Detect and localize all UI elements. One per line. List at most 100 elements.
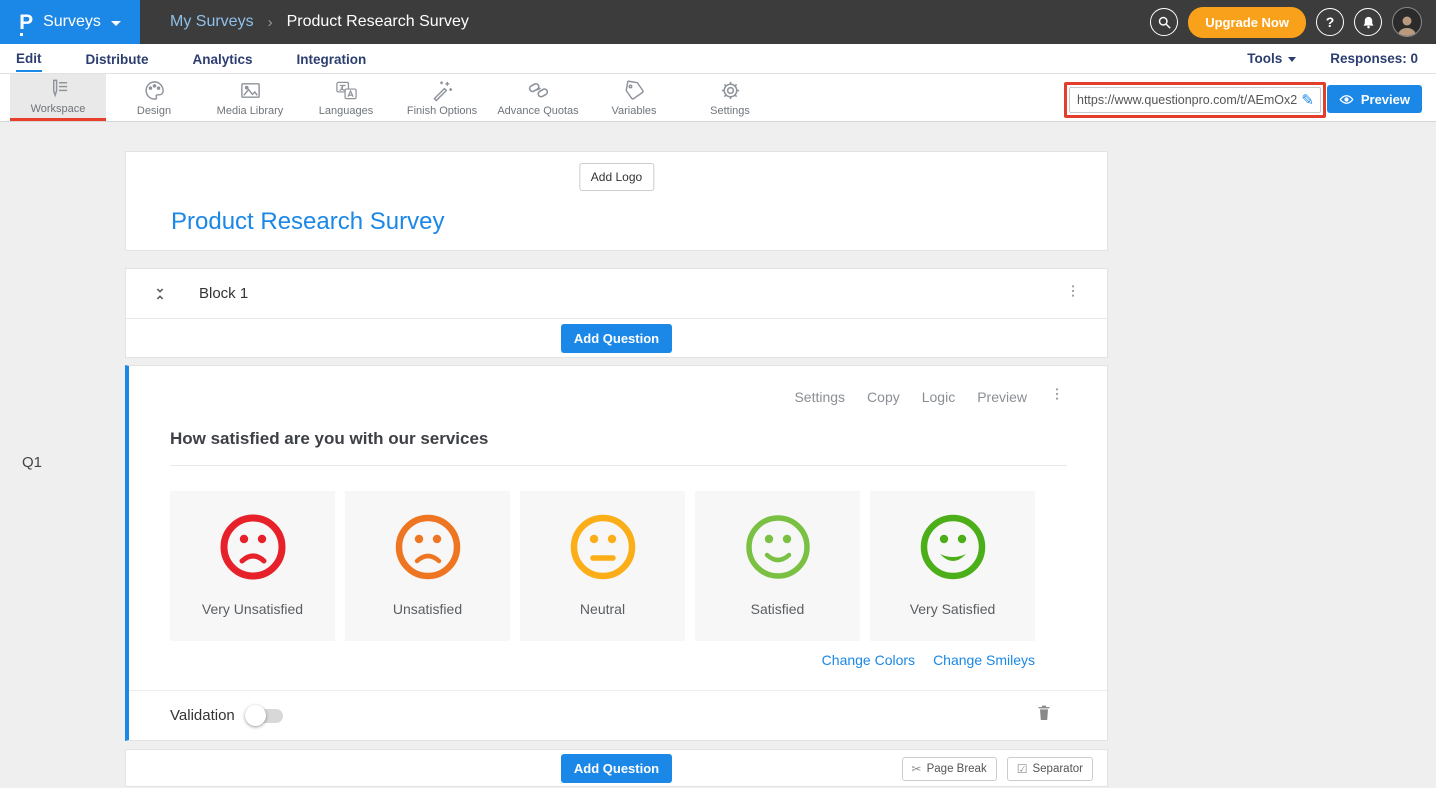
toolbar-item-label: Workspace <box>31 103 86 115</box>
search-button[interactable] <box>1150 8 1178 36</box>
question-mark-icon: ? <box>1326 14 1335 30</box>
user-avatar[interactable] <box>1392 7 1422 37</box>
questionpro-logo-icon: P <box>19 12 33 33</box>
tools-menu[interactable]: Tools <box>1247 51 1296 66</box>
caret-down-icon <box>1288 57 1296 62</box>
separator-button[interactable]: ☑ Separator <box>1007 757 1093 781</box>
question-logic-link[interactable]: Logic <box>922 389 955 405</box>
add-logo-button[interactable]: Add Logo <box>579 163 654 191</box>
toolbar-item-label: Settings <box>710 105 750 117</box>
option-unsatisfied[interactable]: Unsatisfied <box>345 491 510 641</box>
toolbar-item-advance-quotas[interactable]: Advance Quotas <box>490 74 586 121</box>
option-label: Very Unsatisfied <box>202 601 303 617</box>
delete-question-icon[interactable] <box>1036 704 1052 727</box>
tools-label: Tools <box>1247 51 1282 66</box>
footer-right-buttons: ✂ Page Break ☑ Separator <box>902 757 1093 781</box>
survey-url-field[interactable]: https://www.questionpro.com/t/AEmOx2 ✎ <box>1069 87 1321 113</box>
tab-integration[interactable]: Integration <box>297 47 367 71</box>
caret-down-icon <box>111 21 121 26</box>
magic-wand-icon <box>431 79 454 102</box>
checkbox-checked-icon: ☑ <box>1017 762 1028 776</box>
notifications-button[interactable] <box>1354 8 1382 36</box>
breadcrumb: My Surveys › Product Research Survey <box>170 13 469 31</box>
tab-analytics[interactable]: Analytics <box>193 47 253 71</box>
chain-link-icon <box>527 79 550 102</box>
toolbar-item-label: Languages <box>319 105 373 117</box>
validation-label: Validation <box>170 707 235 724</box>
survey-title[interactable]: Product Research Survey <box>171 208 444 236</box>
search-icon <box>1157 15 1172 30</box>
option-label: Neutral <box>580 601 625 617</box>
very-satisfied-smiley-icon <box>917 511 989 583</box>
toolbar-item-variables[interactable]: Variables <box>586 74 682 121</box>
add-question-button-top[interactable]: Add Question <box>561 324 672 353</box>
question-card: Settings Copy Logic Preview How satisfie… <box>125 365 1108 741</box>
toolbar-item-workspace[interactable]: Workspace <box>10 74 106 121</box>
toolbar-item-label: Advance Quotas <box>497 105 578 117</box>
add-question-button-bottom[interactable]: Add Question <box>561 754 672 783</box>
change-smileys-link[interactable]: Change Smileys <box>933 652 1035 668</box>
editor-toolbar: Workspace Design Media Library Languages… <box>0 74 1436 122</box>
option-satisfied[interactable]: Satisfied <box>695 491 860 641</box>
option-label: Unsatisfied <box>393 601 462 617</box>
toolbar-item-design[interactable]: Design <box>106 74 202 121</box>
separator-label: Separator <box>1032 763 1083 775</box>
preview-button[interactable]: Preview <box>1327 85 1422 113</box>
edit-url-icon[interactable]: ✎ <box>1299 91 1320 109</box>
question-title-wrap: How satisfied are you with our services <box>170 429 1067 466</box>
nav-right: Tools Responses: 0 <box>1247 51 1436 66</box>
nav-tabs: Edit Distribute Analytics Integration <box>0 46 366 72</box>
palette-icon <box>143 79 166 102</box>
toolbar-item-label: Design <box>137 105 171 117</box>
block-footer-strip: Add Question ✂ Page Break ☑ Separator <box>125 749 1108 787</box>
question-settings-link[interactable]: Settings <box>794 389 845 405</box>
change-colors-link[interactable]: Change Colors <box>822 652 915 668</box>
option-neutral[interactable]: Neutral <box>520 491 685 641</box>
topbar-actions: Upgrade Now ? <box>1150 7 1436 38</box>
translate-icon <box>335 79 358 102</box>
app-menu[interactable]: P Surveys <box>0 0 140 44</box>
question-menu-icon[interactable] <box>1049 386 1065 407</box>
collapse-block-icon[interactable] <box>152 286 168 302</box>
tab-distribute[interactable]: Distribute <box>86 47 149 71</box>
block-title[interactable]: Block 1 <box>199 285 248 302</box>
option-very-satisfied[interactable]: Very Satisfied <box>870 491 1035 641</box>
breadcrumb-parent[interactable]: My Surveys <box>170 13 254 31</box>
survey-url-value: https://www.questionpro.com/t/AEmOx2 <box>1070 93 1299 107</box>
smiley-links-row: Change Colors Change Smileys <box>170 641 1035 668</box>
option-label: Very Satisfied <box>910 601 996 617</box>
question-copy-link[interactable]: Copy <box>867 389 900 405</box>
toolbar-item-label: Finish Options <box>407 105 477 117</box>
scissors-icon: ✂ <box>912 762 922 776</box>
toolbar-item-media-library[interactable]: Media Library <box>202 74 298 121</box>
breadcrumb-current: Product Research Survey <box>287 13 469 31</box>
add-question-strip-top: Add Question <box>126 319 1107 357</box>
image-icon <box>239 79 262 102</box>
tab-edit[interactable]: Edit <box>16 46 42 72</box>
help-button[interactable]: ? <box>1316 8 1344 36</box>
option-very-unsatisfied[interactable]: Very Unsatisfied <box>170 491 335 641</box>
very-unsatisfied-smiley-icon <box>217 511 289 583</box>
workspace-icon <box>47 77 70 100</box>
block-menu-icon[interactable] <box>1065 283 1081 304</box>
topbar: P Surveys My Surveys › Product Research … <box>0 0 1436 44</box>
breadcrumb-separator: › <box>268 14 273 31</box>
validation-toggle[interactable] <box>247 709 283 723</box>
question-preview-link[interactable]: Preview <box>977 389 1027 405</box>
bell-icon <box>1361 15 1376 30</box>
toggle-knob <box>245 705 266 726</box>
responses-count[interactable]: Responses: 0 <box>1330 51 1418 66</box>
toolbar-item-finish-options[interactable]: Finish Options <box>394 74 490 121</box>
toolbar-item-settings[interactable]: Settings <box>682 74 778 121</box>
upgrade-now-button[interactable]: Upgrade Now <box>1188 7 1306 38</box>
page-break-button[interactable]: ✂ Page Break <box>902 757 997 781</box>
survey-header-card: Add Logo Product Research Survey <box>125 151 1108 251</box>
toolbar-item-label: Variables <box>611 105 656 117</box>
smiley-options-row: Very Unsatisfied Unsatisfied <box>170 491 1107 641</box>
question-text[interactable]: How satisfied are you with our services <box>170 429 488 448</box>
nav-tabs-row: Edit Distribute Analytics Integration To… <box>0 44 1436 74</box>
tag-icon <box>623 79 646 102</box>
toolbar-item-languages[interactable]: Languages <box>298 74 394 121</box>
survey-url-highlight: https://www.questionpro.com/t/AEmOx2 ✎ <box>1064 82 1326 118</box>
app-menu-label: Surveys <box>43 13 101 31</box>
